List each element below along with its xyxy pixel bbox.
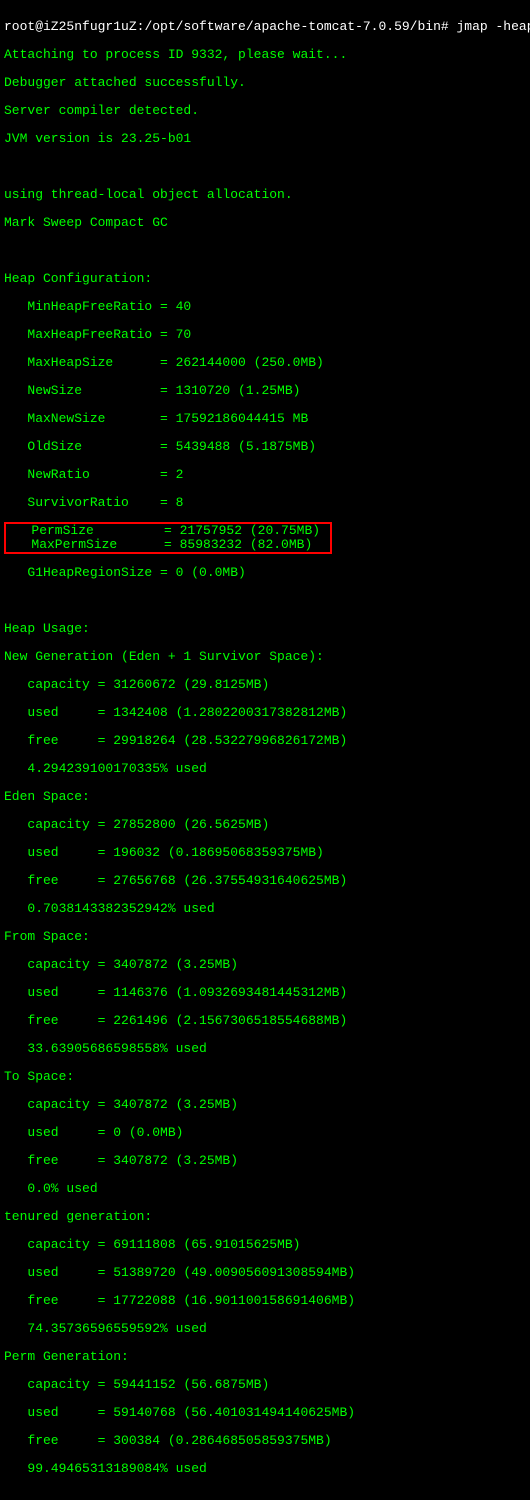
ng-cap: capacity = 31260672 (29.8125MB) bbox=[4, 678, 526, 692]
ten-free: free = 17722088 (16.901100158691406MB) bbox=[4, 1294, 526, 1308]
from-free: free = 2261496 (2.1567306518554688MB) bbox=[4, 1014, 526, 1028]
blank bbox=[4, 594, 526, 608]
from-used: used = 1146376 (1.0932693481445312MB) bbox=[4, 986, 526, 1000]
attach-line: Attaching to process ID 9332, please wai… bbox=[4, 48, 526, 62]
hc-newratio: NewRatio = 2 bbox=[4, 468, 526, 482]
ng-free: free = 29918264 (28.53227996826172MB) bbox=[4, 734, 526, 748]
to-used: used = 0 (0.0MB) bbox=[4, 1126, 526, 1140]
from-head: From Space: bbox=[4, 930, 526, 944]
hc-maxfree: MaxHeapFreeRatio = 70 bbox=[4, 328, 526, 342]
debugger-line: Debugger attached successfully. bbox=[4, 76, 526, 90]
hc-minfree: MinHeapFreeRatio = 40 bbox=[4, 300, 526, 314]
alloc-line: using thread-local object allocation. bbox=[4, 188, 526, 202]
to-free: free = 3407872 (3.25MB) bbox=[4, 1154, 526, 1168]
server-line: Server compiler detected. bbox=[4, 104, 526, 118]
hc-maxheap: MaxHeapSize = 262144000 (250.0MB) bbox=[4, 356, 526, 370]
eden-free: free = 27656768 (26.37554931640625MB) bbox=[4, 874, 526, 888]
terminal-output: root@iZ25nfugr1uZ:/opt/software/apache-t… bbox=[0, 0, 530, 1500]
command-line[interactable]: root@iZ25nfugr1uZ:/opt/software/apache-t… bbox=[4, 20, 526, 34]
hc-g1: G1HeapRegionSize = 0 (0.0MB) bbox=[4, 566, 526, 580]
ten-used: used = 51389720 (49.009056091308594MB) bbox=[4, 1266, 526, 1280]
heap-config-head: Heap Configuration: bbox=[4, 272, 526, 286]
blank bbox=[4, 244, 526, 258]
to-cap: capacity = 3407872 (3.25MB) bbox=[4, 1098, 526, 1112]
hc-newsize: NewSize = 1310720 (1.25MB) bbox=[4, 384, 526, 398]
ten-pct: 74.35736596559592% used bbox=[4, 1322, 526, 1336]
hc-perm: PermSize = 21757952 (20.75MB) bbox=[8, 523, 320, 538]
hc-oldsize: OldSize = 5439488 (5.1875MB) bbox=[4, 440, 526, 454]
ng-head: New Generation (Eden + 1 Survivor Space)… bbox=[4, 650, 526, 664]
blank bbox=[4, 160, 526, 174]
pg-used: used = 59140768 (56.401031494140625MB) bbox=[4, 1406, 526, 1420]
hc-survratio: SurvivorRatio = 8 bbox=[4, 496, 526, 510]
to-pct: 0.0% used bbox=[4, 1182, 526, 1196]
prompt-cmd: jmap -heap 9332 bbox=[457, 19, 530, 34]
ten-head: tenured generation: bbox=[4, 1210, 526, 1224]
prompt-path: /opt/software/apache-tomcat-7.0.59/bin# bbox=[144, 19, 448, 34]
ten-cap: capacity = 69111808 (65.91015625MB) bbox=[4, 1238, 526, 1252]
gc-line: Mark Sweep Compact GC bbox=[4, 216, 526, 230]
from-cap: capacity = 3407872 (3.25MB) bbox=[4, 958, 526, 972]
prompt-user-host: root@iZ25nfugr1uZ: bbox=[4, 19, 144, 34]
eden-pct: 0.7038143382352942% used bbox=[4, 902, 526, 916]
pg-head: Perm Generation: bbox=[4, 1350, 526, 1364]
eden-used: used = 196032 (0.18695068359375MB) bbox=[4, 846, 526, 860]
pg-cap: capacity = 59441152 (56.6875MB) bbox=[4, 1378, 526, 1392]
from-pct: 33.63905686598558% used bbox=[4, 1042, 526, 1056]
hc-permsize-row: PermSize = 21757952 (20.75MB) MaxPermSiz… bbox=[4, 524, 526, 552]
pg-pct: 99.49465313189084% used bbox=[4, 1462, 526, 1476]
hc-maxnew: MaxNewSize = 17592186044415 MB bbox=[4, 412, 526, 426]
pg-free: free = 300384 (0.286468505859375MB) bbox=[4, 1434, 526, 1448]
eden-cap: capacity = 27852800 (26.5625MB) bbox=[4, 818, 526, 832]
jvm-line: JVM version is 23.25-b01 bbox=[4, 132, 526, 146]
ng-used: used = 1342408 (1.2802200317382812MB) bbox=[4, 706, 526, 720]
permsize-highlight: PermSize = 21757952 (20.75MB) MaxPermSiz… bbox=[4, 522, 332, 554]
to-head: To Space: bbox=[4, 1070, 526, 1084]
hc-maxperm: MaxPermSize = 85983232 (82.0MB) bbox=[8, 537, 312, 552]
ng-pct: 4.294239100170335% used bbox=[4, 762, 526, 776]
heap-usage-head: Heap Usage: bbox=[4, 622, 526, 636]
